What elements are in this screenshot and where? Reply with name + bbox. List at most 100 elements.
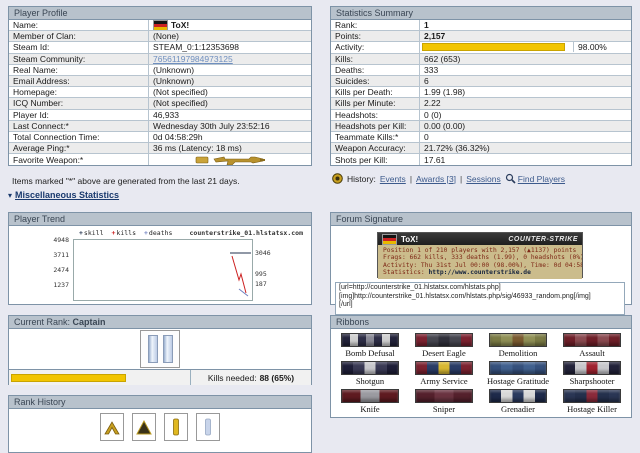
ribbon-image bbox=[489, 333, 547, 347]
stat-label: Kills per Minute: bbox=[331, 98, 420, 108]
ribbons-header: Ribbons bbox=[331, 316, 631, 329]
stat-row: Headshots per Kill:0.00 (0.00) bbox=[331, 121, 631, 132]
ribbon-label: Shotgun bbox=[333, 376, 407, 386]
stat-row: Weapon Accuracy:21.72% (36.32%) bbox=[331, 143, 631, 154]
activity-percent: 98.00% bbox=[573, 42, 631, 52]
steam-community-link[interactable]: 76561197984973125 bbox=[153, 54, 233, 64]
profile-value: (None) bbox=[149, 31, 311, 41]
trend-plot-area bbox=[73, 239, 253, 301]
ribbon-label: Army Service bbox=[407, 376, 481, 386]
profile-row: ICQ Number:(Not specified) bbox=[9, 98, 311, 109]
profile-label: Total Connection Time: bbox=[9, 132, 149, 142]
profile-value: (Unknown) bbox=[149, 76, 311, 86]
germany-flag-icon bbox=[153, 20, 168, 30]
trend-lines bbox=[74, 240, 252, 300]
chevron-down-icon: ▾ bbox=[8, 191, 12, 200]
profile-label: Player Id: bbox=[9, 110, 149, 120]
signature-stats-text: Position 1 of 210 players with 2,157 (▲1… bbox=[378, 245, 582, 279]
profile-row: Last Connect:*Wednesday 30th July 23:52:… bbox=[9, 121, 311, 132]
profile-value: (Not specified) bbox=[149, 87, 311, 97]
signature-url: http://www.counterstrike.de bbox=[429, 269, 531, 276]
statistics-summary-panel: Statistics Summary Rank:1Points:2,157Act… bbox=[330, 6, 632, 166]
stat-row: Shots per Kill:17.61 bbox=[331, 154, 631, 165]
rank-bar-silver-icon bbox=[196, 413, 220, 441]
activity-bar bbox=[422, 43, 565, 51]
profile-row: Member of Clan:(None) bbox=[9, 31, 311, 42]
current-rank-body bbox=[9, 329, 311, 369]
ytick-2474: 2474 bbox=[37, 266, 69, 274]
profile-value: 76561197984973125 bbox=[149, 54, 311, 64]
profile-row: Name:ToX! bbox=[9, 20, 311, 31]
profile-label: Homepage: bbox=[9, 87, 149, 97]
insignia-bar bbox=[163, 335, 173, 363]
profile-label: Member of Clan: bbox=[9, 31, 149, 41]
find-players-link[interactable]: Find Players bbox=[505, 173, 565, 184]
player-trend-panel: Player Trend +skill +kills +deaths count… bbox=[8, 212, 312, 305]
signature-line: Position 1 of 210 players with 2,157 (▲1… bbox=[383, 247, 577, 254]
history-link-sessions[interactable]: Sessions bbox=[466, 174, 501, 184]
rank-history-panel: Rank History bbox=[8, 395, 312, 453]
ribbon-image bbox=[563, 361, 621, 375]
stat-label: Kills per Death: bbox=[331, 87, 420, 97]
rank-progress-bar bbox=[11, 374, 126, 382]
ribbon-label: Knife bbox=[333, 404, 407, 414]
history-links-row: History: Events| Awards [3]| Sessions Fi… bbox=[332, 173, 565, 184]
end-label-deaths: 187 bbox=[255, 280, 267, 288]
rank-bar-gold-icon bbox=[164, 413, 188, 441]
stat-value: 0.00 (0.00) bbox=[420, 121, 631, 131]
ribbon-item: Demolition bbox=[481, 332, 555, 360]
statistics-summary-table: Rank:1Points:2,157Activity:98.00%Kills:6… bbox=[331, 20, 631, 165]
captain-insignia-icon bbox=[140, 330, 180, 368]
stat-value: 0 bbox=[420, 132, 631, 142]
rank-history-header: Rank History bbox=[9, 396, 311, 409]
signature-image: ToX! Counter-Strike Position 1 of 210 pl… bbox=[377, 232, 583, 278]
ribbon-item: Shotgun bbox=[333, 360, 407, 388]
statistics-summary-header: Statistics Summary bbox=[331, 7, 631, 20]
stat-row: Kills:662 (653) bbox=[331, 54, 631, 65]
player-trend-header: Player Trend bbox=[9, 213, 311, 226]
germany-flag-icon bbox=[382, 234, 397, 245]
rank-history-body bbox=[9, 409, 311, 441]
ribbon-image bbox=[341, 333, 399, 347]
history-label: History: bbox=[347, 174, 376, 184]
signature-player-name: ToX! bbox=[401, 235, 418, 244]
profile-label: Last Connect:* bbox=[9, 121, 149, 131]
stat-row: Suicides:6 bbox=[331, 76, 631, 87]
player-profile-header: Player Profile bbox=[9, 7, 311, 20]
ribbon-item: Knife bbox=[333, 388, 407, 416]
ribbon-image bbox=[489, 389, 547, 403]
bbcode-textarea[interactable]: [url=http://counterstrike_01.hlstatsx.co… bbox=[335, 282, 625, 315]
forum-signature-panel: Forum Signature ToX! Counter-Strike Posi… bbox=[330, 212, 632, 305]
ribbon-item: Grenadier bbox=[481, 388, 555, 416]
trend-line-deaths bbox=[239, 289, 248, 296]
profile-value: (Not specified) bbox=[149, 98, 311, 108]
ribbon-item: Army Service bbox=[407, 360, 481, 388]
profile-row: Homepage:(Not specified) bbox=[9, 87, 311, 98]
stat-label: Weapon Accuracy: bbox=[331, 143, 420, 153]
history-link-awards[interactable]: Awards [3] bbox=[416, 174, 456, 184]
stat-value: 2,157 bbox=[420, 31, 631, 41]
stat-row: Teammate Kills:*0 bbox=[331, 132, 631, 143]
player-name: ToX! bbox=[171, 20, 189, 30]
chart-watermark: counterstrike_01.hlstatsx.com bbox=[190, 229, 304, 237]
history-link-events[interactable]: Events bbox=[380, 174, 406, 184]
ribbon-image bbox=[415, 361, 473, 375]
ribbon-item: Hostage Killer bbox=[555, 388, 629, 416]
stat-row: Rank:1 bbox=[331, 20, 631, 31]
profile-row: Player Id:46,933 bbox=[9, 110, 311, 121]
profile-row: Real Name:(Unknown) bbox=[9, 65, 311, 76]
misc-statistics-link[interactable]: Miscellaneous Statistics bbox=[15, 190, 119, 200]
profile-label: ICQ Number: bbox=[9, 98, 149, 108]
profile-label: Favorite Weapon:* bbox=[9, 154, 149, 165]
stat-value: 6 bbox=[420, 76, 631, 86]
ribbon-item: Sniper bbox=[407, 388, 481, 416]
stat-label: Activity: bbox=[331, 42, 420, 52]
end-label-skill: 3046 bbox=[255, 249, 271, 257]
stat-row: Headshots:0 (0) bbox=[331, 110, 631, 121]
profile-value: STEAM_0:1:12353698 bbox=[149, 42, 311, 52]
profile-row: Steam Id:STEAM_0:1:12353698 bbox=[9, 42, 311, 53]
end-label-kills: 995 bbox=[255, 270, 267, 278]
ribbon-image bbox=[563, 333, 621, 347]
favorite-weapon-icon bbox=[194, 154, 266, 165]
kills-needed-value: 88 (65%) bbox=[260, 373, 295, 383]
